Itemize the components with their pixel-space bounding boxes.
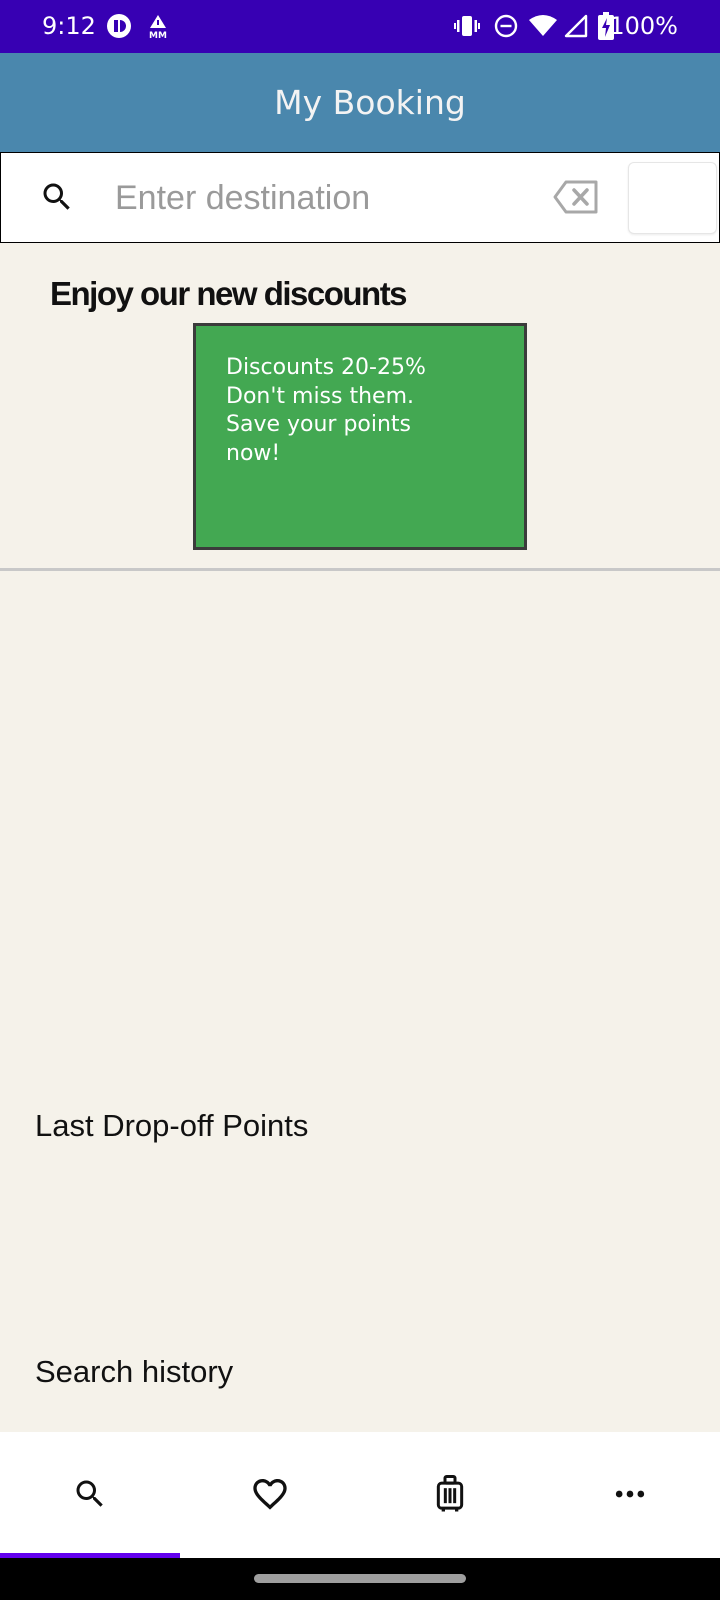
- search-action-button[interactable]: [628, 162, 717, 234]
- promo-text: Discounts 20-25% Don't miss them. Save y…: [226, 354, 486, 468]
- app-bar: My Booking: [0, 53, 720, 152]
- clear-text-icon[interactable]: [553, 180, 599, 219]
- promo-line: Don't miss them.: [226, 383, 414, 409]
- promo-line: Save your points: [226, 412, 412, 437]
- promo-line: Discounts 20-25%: [226, 355, 426, 380]
- nav-item-search[interactable]: [0, 1432, 180, 1558]
- svg-text:MM: MM: [149, 31, 167, 40]
- search-bar: [0, 152, 720, 243]
- bottom-navigation: [0, 1432, 720, 1558]
- nav-item-favorites[interactable]: [180, 1432, 360, 1558]
- wifi-icon: [529, 15, 557, 42]
- last-dropoff-points-title: Last Drop-off Points: [35, 1108, 309, 1143]
- search-history-title: Search history: [35, 1354, 234, 1389]
- battery-percentage: 100%: [609, 12, 678, 40]
- luggage-icon: [430, 1472, 470, 1519]
- do-not-disturb-icon: [494, 14, 518, 43]
- search-icon: [72, 1474, 108, 1517]
- status-time: 9:12: [42, 12, 96, 40]
- section-divider: [0, 568, 720, 571]
- more-icon: [610, 1472, 650, 1519]
- home-gesture-handle[interactable]: [254, 1574, 466, 1583]
- cell-signal-icon: [564, 14, 588, 43]
- nav-item-more[interactable]: [540, 1432, 720, 1558]
- promo-heading: Enjoy our new discounts: [50, 275, 408, 312]
- system-navigation-bar: [0, 1558, 720, 1600]
- nav-item-bookings[interactable]: [360, 1432, 540, 1558]
- heart-icon: [250, 1472, 290, 1519]
- search-icon: [39, 179, 75, 220]
- vibrate-icon: [454, 14, 480, 43]
- app-notification-icon: [106, 13, 132, 44]
- promo-line: now!: [226, 440, 281, 466]
- promo-card[interactable]: Discounts 20-25% Don't miss them. Save y…: [193, 323, 527, 550]
- destination-search-input[interactable]: [115, 173, 535, 223]
- page-title: My Booking: [274, 83, 466, 122]
- alert-mm-icon: MM: [146, 14, 170, 45]
- status-bar: 9:12 MM 100%: [0, 0, 720, 53]
